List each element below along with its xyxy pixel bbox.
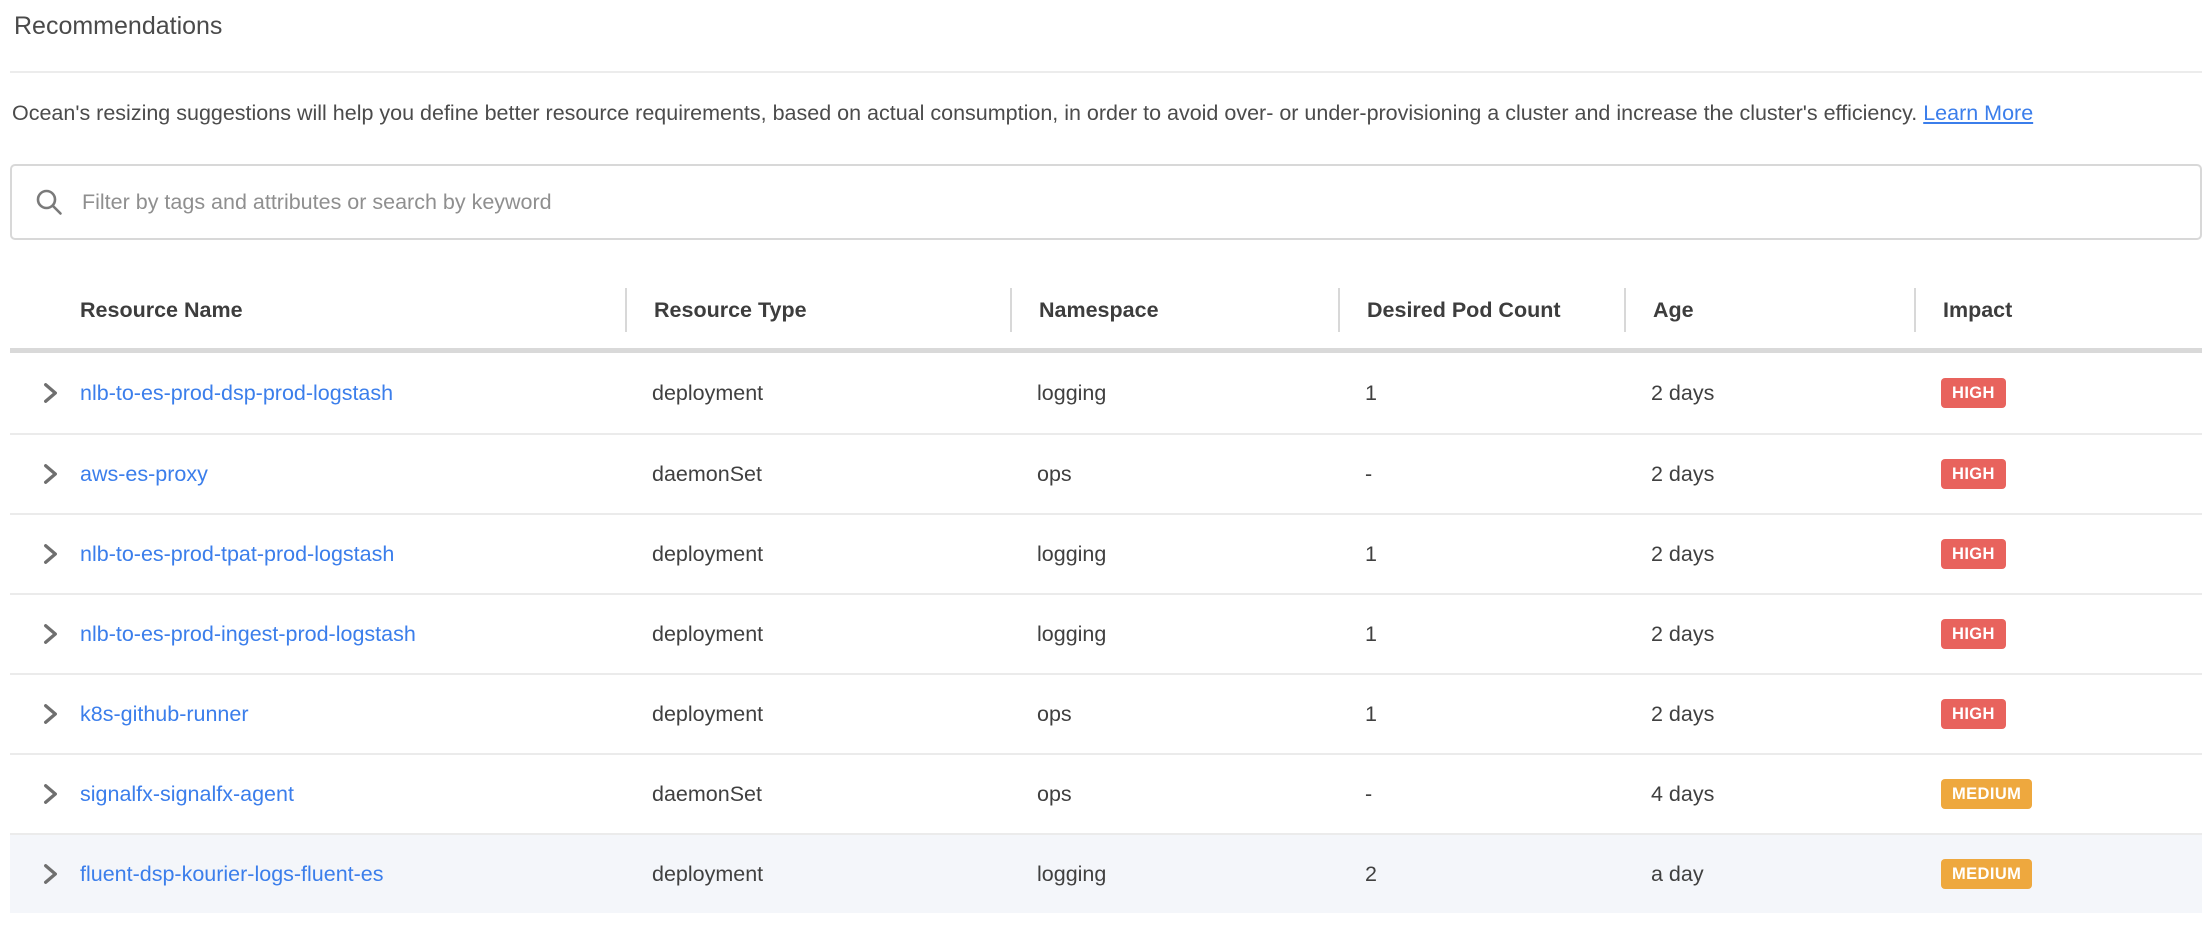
resource-name-cell: k8s-github-runner bbox=[10, 702, 625, 727]
impact-badge: MEDIUM bbox=[1941, 859, 2032, 889]
impact-cell: HIGH bbox=[1914, 459, 2202, 489]
search-input[interactable] bbox=[82, 190, 2178, 215]
impact-cell: HIGH bbox=[1914, 378, 2202, 408]
age-cell: 2 days bbox=[1624, 462, 1914, 487]
table-row[interactable]: nlb-to-es-prod-ingest-prod-logstash depl… bbox=[10, 593, 2202, 673]
pod-count-cell: 1 bbox=[1338, 542, 1624, 567]
pod-count-cell: 2 bbox=[1338, 862, 1624, 887]
pod-count-cell: - bbox=[1338, 462, 1624, 487]
impact-badge: HIGH bbox=[1941, 378, 2006, 408]
age-cell: 4 days bbox=[1624, 782, 1914, 807]
description-text: Ocean's resizing suggestions will help y… bbox=[12, 101, 1917, 125]
resource-type-cell: deployment bbox=[625, 702, 1010, 727]
expand-chevron-icon[interactable] bbox=[40, 624, 60, 644]
pod-count-cell: 1 bbox=[1338, 622, 1624, 647]
expand-chevron-icon[interactable] bbox=[40, 864, 60, 884]
age-cell: a day bbox=[1624, 862, 1914, 887]
age-cell: 2 days bbox=[1624, 702, 1914, 727]
namespace-cell: logging bbox=[1010, 381, 1338, 406]
table-row[interactable]: signalfx-signalfx-agent daemonSet ops - … bbox=[10, 753, 2202, 833]
column-header-resource-type[interactable]: Resource Type bbox=[625, 288, 1010, 332]
namespace-cell: ops bbox=[1010, 702, 1338, 727]
resource-name-cell: fluent-dsp-kourier-logs-fluent-es bbox=[10, 862, 625, 887]
pod-count-cell: - bbox=[1338, 782, 1624, 807]
namespace-cell: ops bbox=[1010, 782, 1338, 807]
resource-type-cell: daemonSet bbox=[625, 782, 1010, 807]
impact-cell: HIGH bbox=[1914, 619, 2202, 649]
resource-name-link[interactable]: signalfx-signalfx-agent bbox=[80, 782, 294, 807]
resource-name-cell: nlb-to-es-prod-tpat-prod-logstash bbox=[10, 542, 625, 567]
search-icon bbox=[34, 187, 64, 217]
expand-chevron-icon[interactable] bbox=[40, 784, 60, 804]
resource-name-link[interactable]: fluent-dsp-kourier-logs-fluent-es bbox=[80, 862, 384, 887]
resource-name-link[interactable]: k8s-github-runner bbox=[80, 702, 249, 727]
search-box[interactable] bbox=[10, 164, 2202, 240]
column-header-namespace[interactable]: Namespace bbox=[1010, 288, 1338, 332]
namespace-cell: logging bbox=[1010, 542, 1338, 567]
column-header-impact[interactable]: Impact bbox=[1914, 288, 2202, 332]
impact-badge: HIGH bbox=[1941, 459, 2006, 489]
impact-badge: HIGH bbox=[1941, 539, 2006, 569]
column-header-desired-pod-count[interactable]: Desired Pod Count bbox=[1338, 288, 1624, 332]
impact-cell: HIGH bbox=[1914, 699, 2202, 729]
impact-cell: HIGH bbox=[1914, 539, 2202, 569]
impact-badge: HIGH bbox=[1941, 619, 2006, 649]
resource-name-link[interactable]: nlb-to-es-prod-ingest-prod-logstash bbox=[80, 622, 416, 647]
pod-count-cell: 1 bbox=[1338, 381, 1624, 406]
expand-chevron-icon[interactable] bbox=[40, 464, 60, 484]
namespace-cell: ops bbox=[1010, 462, 1338, 487]
page-description: Ocean's resizing suggestions will help y… bbox=[10, 94, 2175, 132]
age-cell: 2 days bbox=[1624, 542, 1914, 567]
resource-type-cell: deployment bbox=[625, 622, 1010, 647]
expand-chevron-icon[interactable] bbox=[40, 383, 60, 403]
column-header-resource-name[interactable]: Resource Name bbox=[10, 288, 625, 332]
page-title: Recommendations bbox=[10, 10, 2202, 42]
resource-name-cell: signalfx-signalfx-agent bbox=[10, 782, 625, 807]
resource-name-link[interactable]: aws-es-proxy bbox=[80, 462, 208, 487]
expand-chevron-icon[interactable] bbox=[40, 544, 60, 564]
table-row[interactable]: k8s-github-runner deployment ops 1 2 day… bbox=[10, 673, 2202, 753]
impact-badge: HIGH bbox=[1941, 699, 2006, 729]
resource-type-cell: deployment bbox=[625, 862, 1010, 887]
recommendations-page: Recommendations Ocean's resizing suggest… bbox=[0, 0, 2212, 913]
resource-name-link[interactable]: nlb-to-es-prod-dsp-prod-logstash bbox=[80, 381, 393, 406]
impact-cell: MEDIUM bbox=[1914, 859, 2202, 889]
namespace-cell: logging bbox=[1010, 862, 1338, 887]
pod-count-cell: 1 bbox=[1338, 702, 1624, 727]
resource-name-cell: nlb-to-es-prod-dsp-prod-logstash bbox=[10, 381, 625, 406]
expand-chevron-icon[interactable] bbox=[40, 704, 60, 724]
column-header-age[interactable]: Age bbox=[1624, 288, 1914, 332]
resource-type-cell: deployment bbox=[625, 381, 1010, 406]
table-row[interactable]: nlb-to-es-prod-tpat-prod-logstash deploy… bbox=[10, 513, 2202, 593]
title-divider bbox=[10, 71, 2202, 73]
table-row[interactable]: nlb-to-es-prod-dsp-prod-logstash deploym… bbox=[10, 353, 2202, 433]
learn-more-link[interactable]: Learn More bbox=[1923, 101, 2033, 125]
age-cell: 2 days bbox=[1624, 381, 1914, 406]
age-cell: 2 days bbox=[1624, 622, 1914, 647]
resource-type-cell: deployment bbox=[625, 542, 1010, 567]
table-row[interactable]: aws-es-proxy daemonSet ops - 2 days HIGH bbox=[10, 433, 2202, 513]
namespace-cell: logging bbox=[1010, 622, 1338, 647]
impact-badge: MEDIUM bbox=[1941, 779, 2032, 809]
resource-name-cell: aws-es-proxy bbox=[10, 462, 625, 487]
resource-name-cell: nlb-to-es-prod-ingest-prod-logstash bbox=[10, 622, 625, 647]
table-header: Resource Name Resource Type Namespace De… bbox=[10, 272, 2202, 353]
table-row[interactable]: fluent-dsp-kourier-logs-fluent-es deploy… bbox=[10, 833, 2202, 913]
resource-name-link[interactable]: nlb-to-es-prod-tpat-prod-logstash bbox=[80, 542, 394, 567]
resource-type-cell: daemonSet bbox=[625, 462, 1010, 487]
impact-cell: MEDIUM bbox=[1914, 779, 2202, 809]
recommendations-table: Resource Name Resource Type Namespace De… bbox=[10, 272, 2202, 913]
